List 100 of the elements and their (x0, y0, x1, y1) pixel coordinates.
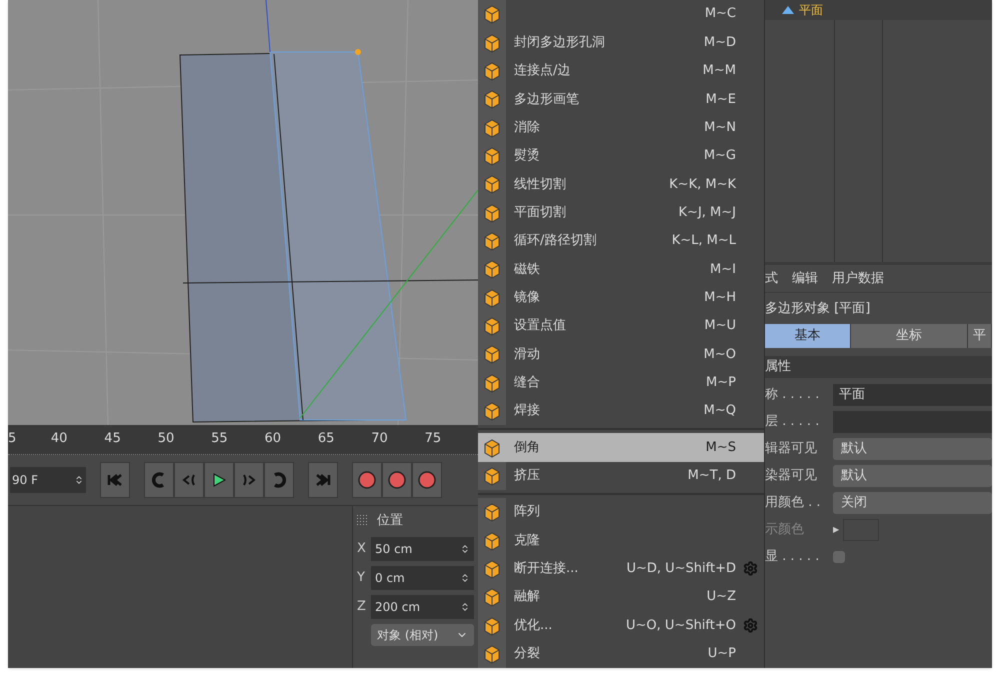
coordinate-field[interactable]: 50 cm (371, 537, 474, 561)
menu-item-label: 挤压 (514, 467, 540, 486)
timeline-ruler[interactable]: 5 40 45 50 55 60 65 70 75 (8, 425, 478, 455)
expand-arrow[interactable]: ▶ (833, 524, 840, 536)
play-button[interactable] (204, 462, 234, 498)
cube-icon (482, 587, 502, 608)
menu-item[interactable]: 平面切割 K~J, M~J (478, 198, 764, 227)
menu-item-label: 多边形画笔 (514, 90, 579, 108)
object-name[interactable]: 平面 (799, 4, 823, 16)
menu-bar-item[interactable]: 式 (765, 268, 778, 288)
tab[interactable]: 坐标 (851, 324, 968, 348)
play-icon (211, 472, 227, 488)
menu-item[interactable]: 熨烫 M~G (478, 142, 764, 170)
shortcut-text: M~G (704, 147, 736, 166)
menu-item[interactable]: 封闭多边形孔洞 M~D (478, 28, 764, 57)
cube-icon (482, 32, 502, 53)
menu-item[interactable]: 优化... U~O, U~Shift+O (478, 611, 764, 640)
frame-tick-label: 65 (318, 430, 336, 448)
axis-label: X (357, 540, 367, 558)
cube-icon (482, 202, 502, 223)
menu-item-label: 循环/路径切割 (514, 232, 596, 250)
menu-item[interactable]: 阵列 (478, 498, 764, 526)
menu-item-label: 滑动 (514, 346, 540, 364)
menu-item[interactable]: M~C (478, 0, 764, 28)
menu-item[interactable]: 镜像 M~H (478, 284, 764, 312)
cube-icon (482, 344, 502, 364)
autokey-button[interactable] (382, 462, 412, 498)
menu-item[interactable]: 融解 U~Z (478, 583, 764, 612)
menu-item-label: 克隆 (514, 532, 540, 550)
coordinate-field[interactable]: 0 cm (371, 566, 474, 590)
shortcut-text: M~U (704, 317, 736, 336)
property-label: 示颜色 (765, 521, 805, 540)
shortcut-text: U~P (708, 645, 736, 664)
menu-item[interactable]: 挤压 M~T, D (478, 462, 764, 490)
object-title: 多边形对象 [平面] (765, 300, 870, 318)
property-label: 称 . . . . . (765, 386, 820, 404)
cube-icon (482, 146, 502, 166)
menu-item[interactable]: 循环/路径切割 K~L, M~L (478, 226, 764, 256)
menu-item[interactable]: 克隆 (478, 526, 764, 555)
shortcut-text: M~E (706, 90, 736, 108)
dropdown[interactable]: 默认 (833, 465, 992, 487)
dropdown[interactable]: 默认 (833, 438, 992, 460)
menu-item-label: 融解 (514, 588, 540, 606)
shortcut-text: U~Z (706, 588, 736, 606)
menu-item[interactable]: 断开连接... U~D, U~Shift+D (478, 554, 764, 584)
menu-item[interactable]: 设置点值 M~U (478, 312, 764, 340)
cube-icon (482, 372, 502, 393)
shortcut-text: M~N (704, 118, 736, 137)
cube-icon (482, 174, 502, 194)
menu-item[interactable]: 磁铁 M~I (478, 255, 764, 284)
property-label: 染器可见 (765, 467, 818, 486)
cube-icon (482, 616, 502, 636)
shortcut-text: U~D, U~Shift+D (626, 560, 736, 578)
menu-item-label: 焊接 (514, 402, 540, 420)
property-label: 辑器可见 (765, 440, 818, 458)
dropdown[interactable]: 关闭 (833, 492, 992, 514)
shortcut-text: U~O, U~Shift+O (626, 616, 736, 635)
menu-bar-item[interactable]: 编辑 (792, 268, 818, 288)
menu-item-label: 倒角 (514, 438, 540, 457)
property-label: 层 . . . . . (765, 413, 820, 432)
menu-bar-item[interactable]: 用户数据 (832, 268, 884, 288)
frame-field[interactable]: 90 F (10, 467, 86, 493)
menu-item[interactable]: 倒角 M~S (478, 433, 764, 462)
coordinate-field[interactable]: 200 cm (371, 595, 474, 619)
circle-icon (387, 470, 407, 490)
settings-icon[interactable] (742, 561, 758, 576)
text-field[interactable] (833, 411, 992, 433)
menu-item[interactable]: 多边形画笔 M~E (478, 85, 764, 114)
tab[interactable]: 平 (968, 324, 992, 348)
property-label: 用颜色 . . (765, 494, 822, 512)
go-to-start-button[interactable] (100, 462, 130, 498)
coordinate-mode-dropdown[interactable]: 对象 (相对) (371, 624, 474, 646)
menu-item-label: 分裂 (514, 645, 540, 664)
spinner-arrows-icon (460, 573, 470, 583)
menu-item[interactable]: 焊接 M~Q (478, 397, 764, 426)
menu-item[interactable]: 分裂 U~P (478, 640, 764, 668)
previous-key-button[interactable] (144, 462, 174, 498)
axis-label: Z (357, 598, 367, 616)
help-button[interactable] (412, 462, 442, 498)
menu-item[interactable]: 线性切割 K~K, M~K (478, 170, 764, 199)
menu-item[interactable]: 滑动 M~O (478, 340, 764, 369)
shortcut-text: K~J, M~J (678, 204, 736, 222)
text-field[interactable]: 平面 (833, 384, 992, 406)
plane-object-icon (781, 5, 795, 15)
settings-icon[interactable] (742, 618, 758, 634)
go-to-end-button[interactable] (308, 462, 338, 498)
record-button[interactable] (352, 462, 382, 498)
checkbox[interactable] (833, 551, 845, 563)
next-key-button[interactable] (264, 462, 294, 498)
cube-icon (482, 558, 502, 579)
cube-icon (482, 316, 502, 336)
tab[interactable]: 基本 (765, 324, 851, 348)
section-header: 属性 (765, 356, 992, 378)
shortcut-text: M~Q (704, 402, 736, 420)
menu-item-label: 镜像 (514, 289, 540, 308)
menu-item-label: 平面切割 (514, 204, 566, 222)
menu-item[interactable]: 消除 M~N (478, 113, 764, 142)
menu-item[interactable]: 连接点/边 M~M (478, 56, 764, 86)
cube-icon (482, 4, 502, 24)
menu-item[interactable]: 缝合 M~P (478, 368, 764, 398)
